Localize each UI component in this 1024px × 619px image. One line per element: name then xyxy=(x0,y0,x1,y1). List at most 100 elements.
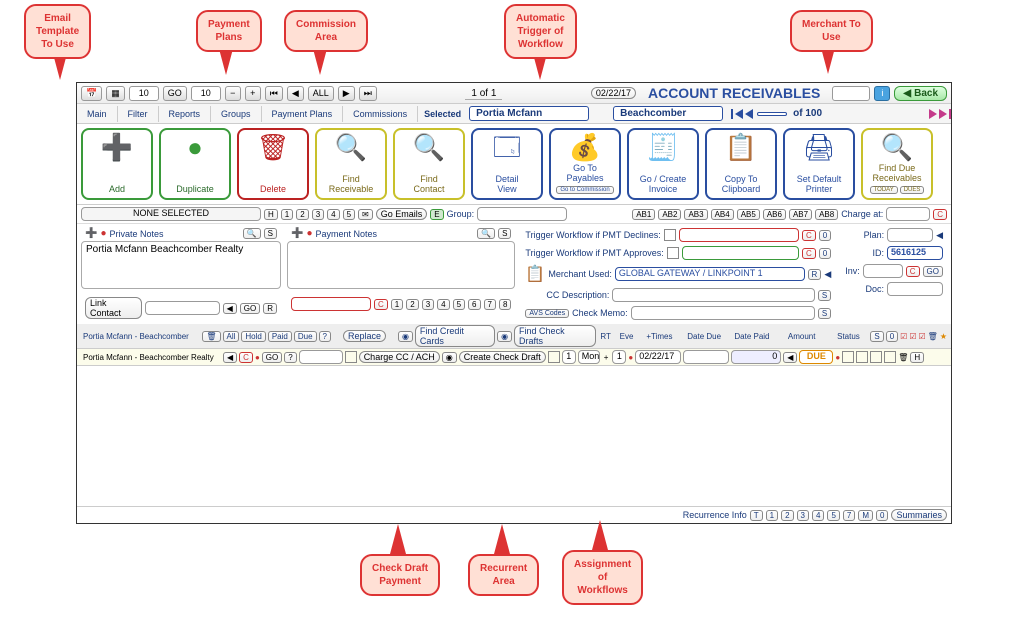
merchant-field[interactable]: GLOBAL GATEWAY / LINKPOINT 1 xyxy=(615,267,805,281)
pg2-button[interactable]: 2 xyxy=(296,209,308,220)
find-check-drafts-button[interactable]: Find Check Drafts xyxy=(514,325,596,347)
p7-button[interactable]: 7 xyxy=(484,299,496,310)
tab-main[interactable]: Main xyxy=(77,106,118,122)
doc-field[interactable] xyxy=(887,282,943,296)
times-value[interactable]: 1 xyxy=(562,350,576,364)
payment-notes-box[interactable] xyxy=(287,241,515,289)
left-arrow-icon[interactable]: ◀ xyxy=(223,303,237,314)
s-button[interactable]: S xyxy=(870,331,883,342)
all-button[interactable]: ALL xyxy=(308,86,334,101)
unit-field[interactable]: Mon xyxy=(578,350,600,364)
ri-1[interactable]: 1 xyxy=(766,510,778,521)
ri-5[interactable]: 5 xyxy=(827,510,839,521)
ab7-button[interactable]: AB7 xyxy=(789,209,812,220)
left-arrow-icon[interactable]: ◀ xyxy=(824,269,831,280)
left-arrow-icon[interactable]: ◀ xyxy=(936,230,943,241)
plan-field[interactable] xyxy=(887,228,933,242)
filter-due-button[interactable]: Due xyxy=(294,331,317,342)
row-cb2[interactable] xyxy=(856,351,868,363)
c-button[interactable]: C xyxy=(933,209,947,220)
c-button[interactable]: C xyxy=(802,248,816,259)
go-to-commission-link[interactable]: Go to Commission xyxy=(556,186,613,194)
trigger-approve-field[interactable] xyxy=(682,246,799,260)
charge-cc-ach-button[interactable]: Charge CC / ACH xyxy=(359,351,440,363)
row-cb1[interactable] xyxy=(842,351,854,363)
find-contact-button[interactable]: 🔍 FindContact xyxy=(393,128,465,200)
replace-button[interactable]: Replace xyxy=(343,330,386,342)
add-button[interactable]: ➕ Add xyxy=(81,128,153,200)
trigger-approve-checkbox[interactable] xyxy=(667,247,679,259)
magnifier-icon[interactable]: 🔍 xyxy=(477,228,495,239)
next-page-icon[interactable]: ▶ xyxy=(338,86,355,101)
cc-description-field[interactable] xyxy=(612,288,814,302)
trash-icon[interactable]: 🗑 xyxy=(898,353,908,362)
pg1-button[interactable]: 1 xyxy=(281,209,293,220)
ab2-button[interactable]: AB2 xyxy=(658,209,681,220)
ab4-button[interactable]: AB4 xyxy=(711,209,734,220)
go-button[interactable]: GO xyxy=(262,352,282,363)
ri-t[interactable]: T xyxy=(750,510,763,521)
row-cb4[interactable] xyxy=(884,351,896,363)
create-check-draft-button[interactable]: Create Check Draft xyxy=(459,351,546,363)
ri-4[interactable]: 4 xyxy=(812,510,824,521)
today-button[interactable]: TODAY xyxy=(870,186,898,194)
p8-button[interactable]: 8 xyxy=(499,299,511,310)
dues-button[interactable]: DUES xyxy=(900,186,925,194)
plus-button[interactable]: + xyxy=(245,86,261,101)
pg4-button[interactable]: 4 xyxy=(327,209,339,220)
company-field[interactable]: Beachcomber xyxy=(613,106,723,121)
c-button[interactable]: C xyxy=(906,266,920,277)
s-button[interactable]: S xyxy=(498,228,511,239)
envelope-icon[interactable]: ✉ xyxy=(358,209,373,220)
payment-note-field[interactable] xyxy=(291,297,371,311)
tab-groups[interactable]: Groups xyxy=(211,106,262,122)
find-receivable-button[interactable]: 🔍 FindReceivable xyxy=(315,128,387,200)
p2-button[interactable]: 2 xyxy=(406,299,418,310)
tab-payment-plans[interactable]: Payment Plans xyxy=(262,106,344,122)
trigger-decline-checkbox[interactable] xyxy=(664,229,676,241)
selected-contact-field[interactable]: Portia Mcfann xyxy=(469,106,589,121)
check-icon[interactable]: ☑ xyxy=(919,332,926,341)
private-notes-box[interactable]: Portia Mcfann Beachcomber Realty xyxy=(81,241,281,289)
go-emails-button[interactable]: Go Emails xyxy=(376,208,428,220)
go-button-1[interactable]: GO xyxy=(163,86,187,101)
r-button[interactable]: R xyxy=(263,303,277,314)
p6-button[interactable]: 6 xyxy=(468,299,480,310)
info-icon[interactable]: i xyxy=(874,86,890,101)
go-create-invoice-button[interactable]: 🧾 Go / CreateInvoice xyxy=(627,128,699,200)
find-credit-cards-button[interactable]: Find Credit Cards xyxy=(415,325,495,347)
magnifier-icon[interactable]: 🔍 xyxy=(243,228,261,239)
date-due-field[interactable]: 02/22/17 xyxy=(635,350,681,364)
radio-icon[interactable]: ◉ xyxy=(398,331,413,342)
nav-next-icon[interactable] xyxy=(927,109,939,119)
charge-at-field[interactable] xyxy=(886,207,930,221)
detail-view-button[interactable]: 🗔 DetailView xyxy=(471,128,543,200)
row-checkbox[interactable] xyxy=(345,351,357,363)
s-button[interactable]: S xyxy=(818,308,831,319)
plus-value[interactable]: 1 xyxy=(612,350,626,364)
ri-0[interactable]: 0 xyxy=(876,510,888,521)
last-page-icon[interactable]: ⏭ xyxy=(359,86,377,101)
pg3-button[interactable]: 3 xyxy=(312,209,324,220)
page-size-1[interactable] xyxy=(129,86,159,101)
trigger-decline-field[interactable] xyxy=(679,228,799,242)
tab-reports[interactable]: Reports xyxy=(159,106,212,122)
date-field[interactable]: 02/22/17 xyxy=(591,87,636,99)
back-button[interactable]: ◀ Back xyxy=(894,86,947,101)
help-icon[interactable]: ? xyxy=(319,331,331,342)
filter-paid-button[interactable]: Paid xyxy=(268,331,292,342)
h-button[interactable]: H xyxy=(264,209,278,220)
go-button[interactable]: GO xyxy=(240,303,260,314)
left-arrow-icon[interactable]: ◀ xyxy=(783,352,797,363)
date-paid-field[interactable] xyxy=(683,350,729,364)
p3-button[interactable]: 3 xyxy=(422,299,434,310)
page-size-2[interactable] xyxy=(191,86,221,101)
c-button[interactable]: C xyxy=(802,230,816,241)
set-printer-button[interactable]: 🖨 Set DefaultPrinter xyxy=(783,128,855,200)
ab6-button[interactable]: AB6 xyxy=(763,209,786,220)
tab-commissions[interactable]: Commissions xyxy=(343,106,418,122)
first-page-icon[interactable]: ⏮ xyxy=(265,86,283,101)
ab5-button[interactable]: AB5 xyxy=(737,209,760,220)
link-contact-button[interactable]: Link Contact xyxy=(85,297,142,319)
check-icon[interactable]: ☑ xyxy=(909,332,916,341)
